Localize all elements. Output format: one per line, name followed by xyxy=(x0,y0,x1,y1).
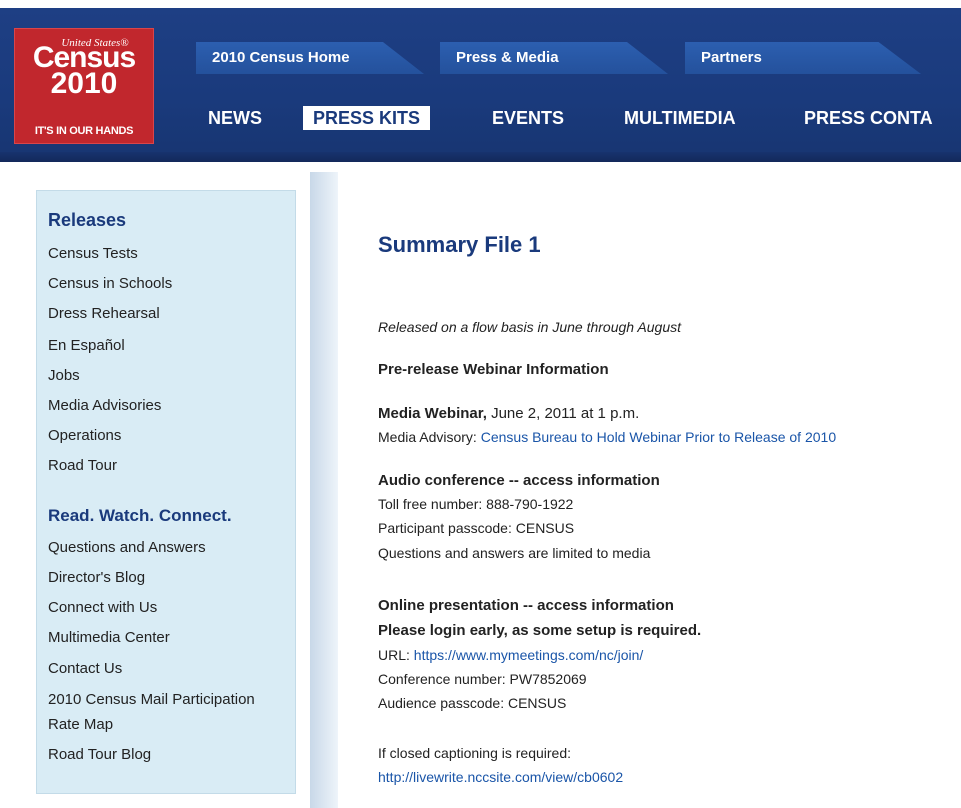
media-only-note: Questions and answers are limited to med… xyxy=(378,545,651,561)
advisory-link[interactable]: Census Bureau to Hold Webinar Prior to R… xyxy=(481,429,836,445)
audience-passcode: Audience passcode: CENSUS xyxy=(378,695,567,711)
audio-heading: Audio conference -- access information xyxy=(378,472,660,489)
online-heading: Online presentation -- access informatio… xyxy=(378,597,674,614)
conference-number: Conference number: PW7852069 xyxy=(378,671,587,687)
sidebar-divider xyxy=(310,172,338,808)
nav-news[interactable]: NEWS xyxy=(208,103,262,133)
sidebar-item-multimedia-center[interactable]: Multimedia Center xyxy=(48,629,170,646)
meeting-url-link[interactable]: https://www.mymeetings.com/nc/join/ xyxy=(414,647,644,663)
tab-2010-census-home[interactable]: 2010 Census Home xyxy=(196,42,424,74)
prerelease-heading: Pre-release Webinar Information xyxy=(378,361,609,378)
advisory-line: Media Advisory: Census Bureau to Hold We… xyxy=(378,429,836,445)
census-2010-logo[interactable]: United States® Census 2010 IT'S IN OUR H… xyxy=(14,28,154,144)
captioning-link[interactable]: http://livewrite.nccsite.com/view/cb0602 xyxy=(378,769,623,785)
captioning-line: http://livewrite.nccsite.com/view/cb0602 xyxy=(378,769,623,785)
releases-heading: Releases xyxy=(48,210,127,230)
login-early-note: Please login early, as some setup is req… xyxy=(378,622,702,639)
sidebar-item-road-tour[interactable]: Road Tour xyxy=(48,457,117,474)
webinar-date: June 2, 2011 at 1 p.m. xyxy=(486,405,640,422)
sidebar-item-census-in-schools[interactable]: Census in Schools xyxy=(48,275,172,292)
url-line: URL: https://www.mymeetings.com/nc/join/ xyxy=(378,647,643,663)
advisory-label: Media Advisory: xyxy=(378,429,481,445)
sidebar-item-questions-answers[interactable]: Questions and Answers xyxy=(48,539,206,556)
nav-events[interactable]: EVENTS xyxy=(492,103,564,133)
sidebar-item-jobs[interactable]: Jobs xyxy=(48,367,80,384)
sidebar-item-operations[interactable]: Operations xyxy=(48,427,121,444)
tab-partners[interactable]: Partners xyxy=(685,42,921,74)
participant-passcode: Participant passcode: CENSUS xyxy=(378,520,575,536)
sidebar-item-participation-rate-map-cont[interactable]: Rate Map xyxy=(48,716,113,733)
toll-free-number: Toll free number: 888-790-1922 xyxy=(378,496,574,512)
top-border xyxy=(0,0,961,8)
release-note: Released on a flow basis in June through… xyxy=(378,319,682,335)
sidebar-item-road-tour-blog[interactable]: Road Tour Blog xyxy=(48,746,151,763)
sidebar-item-directors-blog[interactable]: Director's Blog xyxy=(48,569,145,586)
sidebar-item-dress-rehearsal[interactable]: Dress Rehearsal xyxy=(48,305,160,322)
nav-press-contacts[interactable]: PRESS CONTA xyxy=(804,103,933,133)
nav-multimedia[interactable]: MULTIMEDIA xyxy=(624,103,736,133)
logo-year: 2010 xyxy=(50,67,118,100)
captioning-note: If closed captioning is required: xyxy=(378,745,571,761)
logo-tagline: IT'S IN OUR HANDS xyxy=(34,125,134,137)
tab-press-media[interactable]: Press & Media xyxy=(440,42,668,74)
site-header: United States® Census 2010 IT'S IN OUR H… xyxy=(0,8,961,162)
webinar-label: Media Webinar, xyxy=(378,405,487,422)
sidebar-item-contact-us[interactable]: Contact Us xyxy=(48,660,122,677)
connect-heading: Read. Watch. Connect. xyxy=(48,506,232,525)
sidebar-item-census-tests[interactable]: Census Tests xyxy=(48,245,138,262)
nav-press-kits[interactable]: PRESS KITS xyxy=(303,106,431,130)
sidebar-item-en-espanol[interactable]: En Español xyxy=(48,337,125,354)
url-label: URL: xyxy=(378,647,414,663)
page-title: Summary File 1 xyxy=(378,232,541,257)
page: United States® Census 2010 IT'S IN OUR H… xyxy=(0,0,961,808)
sidebar-item-participation-rate-map[interactable]: 2010 Census Mail Participation xyxy=(48,691,255,708)
sidebar-item-connect-with-us[interactable]: Connect with Us xyxy=(48,599,157,616)
webinar-line: Media Webinar, June 2, 2011 at 1 p.m. xyxy=(378,405,639,422)
sidebar-item-media-advisories[interactable]: Media Advisories xyxy=(48,397,161,414)
